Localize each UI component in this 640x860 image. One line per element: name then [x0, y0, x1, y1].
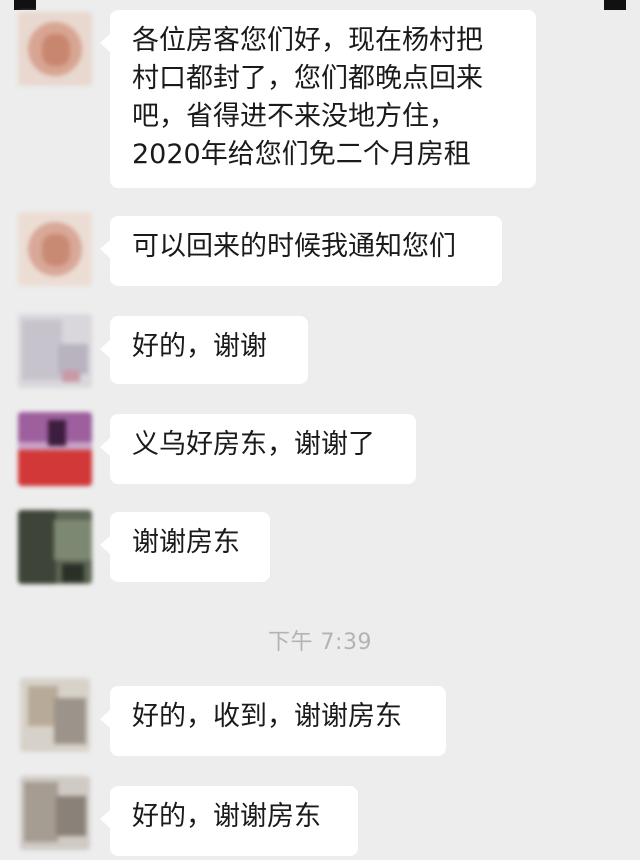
sender-avatar[interactable] — [20, 678, 90, 752]
sender-avatar[interactable] — [18, 212, 92, 286]
top-right-artifact — [604, 0, 626, 10]
sender-avatar[interactable] — [20, 776, 90, 850]
timestamp: 下午 7:39 — [268, 630, 372, 655]
message-bubble[interactable]: 好的，谢谢 — [100, 316, 308, 384]
message-bubble[interactable]: 各位房客您们好，现在杨村把 村口都封了，您们都晚点回来 吧，省得进不来没地方住，… — [100, 10, 536, 188]
top-left-artifact — [14, 0, 36, 10]
chat-window: 各位房客您们好，现在杨村把 村口都封了，您们都晚点回来 吧，省得进不来没地方住，… — [0, 0, 640, 860]
sender-avatar[interactable] — [18, 314, 92, 388]
sender-avatar[interactable] — [18, 510, 92, 584]
message-bubble[interactable]: 好的，收到，谢谢房东 — [100, 686, 446, 756]
sender-avatar[interactable] — [18, 412, 92, 486]
message-bubble[interactable]: 义乌好房东，谢谢了 — [100, 414, 416, 484]
message-bubble[interactable]: 谢谢房东 — [100, 512, 270, 582]
sender-avatar[interactable] — [18, 12, 92, 86]
message-bubble[interactable]: 好的，谢谢房东 — [100, 786, 358, 856]
message-bubble[interactable]: 可以回来的时候我通知您们 — [100, 216, 502, 286]
